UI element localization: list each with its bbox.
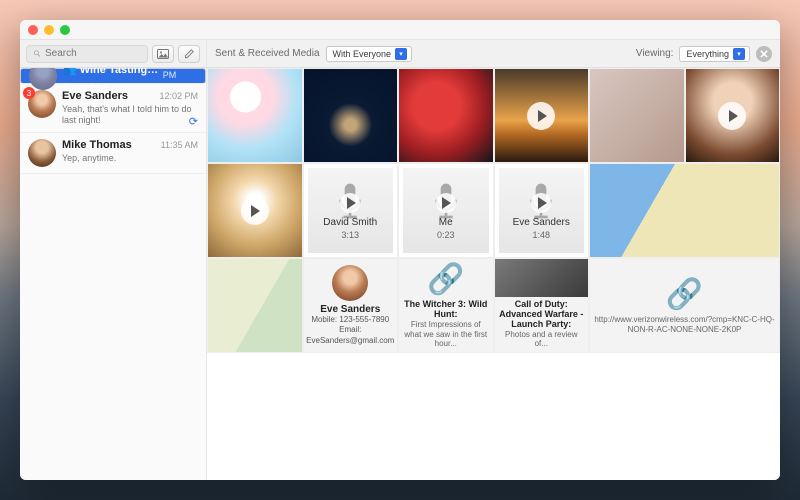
filter-viewing-value: Everything <box>686 49 729 59</box>
viewing-label: Viewing: <box>636 48 674 59</box>
media-title: Sent & Received Media <box>215 48 320 59</box>
media-photo[interactable] <box>589 68 685 163</box>
filter-with-value: With Everyone <box>333 49 392 59</box>
search-icon <box>33 49 41 58</box>
media-grid: David Smith 3:13 Me 0:23 Eve Sanders 1:48 E… <box>207 68 780 480</box>
conversation-time: 12:02 PM <box>159 91 198 101</box>
landscape-icon <box>157 49 169 59</box>
media-contact[interactable]: Eve Sanders Mobile: 123-555-7890 Email: … <box>303 258 399 353</box>
avatar <box>332 265 368 301</box>
media-link[interactable]: 🔗 http://www.verizonwireless.com/?cmp=KN… <box>589 258 780 353</box>
audio-duration: 3:13 <box>341 230 359 240</box>
search-field[interactable] <box>26 45 148 63</box>
media-video[interactable] <box>685 68 781 163</box>
search-input[interactable] <box>45 48 141 59</box>
filter-viewing-dropdown[interactable]: Everything ▾ <box>679 46 750 62</box>
close-icon <box>760 50 768 58</box>
body: 👥Wine Tasting Trip 12:58 PM Photo Sent 3… <box>20 68 780 480</box>
audio-sender: Eve Sanders <box>513 217 570 228</box>
close-panel-button[interactable] <box>756 46 772 62</box>
media-photo[interactable] <box>303 68 399 163</box>
link-title: Call of Duty: Advanced Warfare - Launch … <box>499 300 585 330</box>
conversation-name: Wine Tasting Trip <box>80 68 159 76</box>
play-icon <box>527 102 555 130</box>
link-icon: 🔗 <box>427 262 464 297</box>
media-video[interactable] <box>207 163 303 258</box>
audio-duration: 1:48 <box>532 230 550 240</box>
filter-with-dropdown[interactable]: With Everyone ▾ <box>326 46 413 62</box>
compose-button[interactable] <box>178 45 200 63</box>
titlebar <box>20 20 780 40</box>
content-toolbar: Sent & Received Media With Everyone ▾ Vi… <box>207 46 780 62</box>
contact-email: EveSanders@gmail.com <box>306 336 394 345</box>
link-icon: 🔗 <box>666 277 703 312</box>
conversation-name: Mike Thomas <box>62 139 132 151</box>
sync-icon: ⟳ <box>189 115 198 128</box>
play-icon <box>718 102 746 130</box>
avatar <box>28 139 56 167</box>
zoom-dot[interactable] <box>60 25 70 35</box>
conversation-item[interactable]: 3 Eve Sanders 12:02 PM Yeah, that's what… <box>20 84 206 133</box>
toolbar: Sent & Received Media With Everyone ▾ Vi… <box>20 40 780 68</box>
media-audio[interactable]: Me 0:23 <box>398 163 494 258</box>
media-map[interactable] <box>207 258 303 353</box>
conversation-time: 11:35 AM <box>161 140 198 150</box>
chevron-down-icon: ▾ <box>733 48 745 60</box>
sidebar-toolbar <box>20 40 207 67</box>
link-desc: Photos and a review of... <box>499 330 585 349</box>
conversation-item[interactable]: Mike Thomas 11:35 AM Yep, anytime. <box>20 133 206 174</box>
minimize-dot[interactable] <box>44 25 54 35</box>
chevron-down-icon: ▾ <box>395 48 407 60</box>
link-thumb <box>495 259 589 297</box>
media-audio[interactable]: David Smith 3:13 <box>303 163 399 258</box>
close-dot[interactable] <box>28 25 38 35</box>
media-audio[interactable]: Eve Sanders 1:48 <box>494 163 590 258</box>
link-url: http://www.verizonwireless.com/?cmp=KNC-… <box>594 315 775 334</box>
media-link[interactable]: Call of Duty: Advanced Warfare - Launch … <box>494 258 590 353</box>
media-video[interactable] <box>494 68 590 163</box>
conversation-preview: Yep, anytime. <box>62 153 198 164</box>
audio-sender: David Smith <box>323 217 377 228</box>
media-link[interactable]: 🔗 The Witcher 3: Wild Hunt: First Impres… <box>398 258 494 353</box>
link-title: The Witcher 3: Wild Hunt: <box>403 300 489 320</box>
conversation-item[interactable]: 👥Wine Tasting Trip 12:58 PM Photo Sent <box>20 68 206 84</box>
media-photo[interactable] <box>398 68 494 163</box>
play-icon <box>436 193 456 213</box>
unread-badge: 3 <box>23 87 35 99</box>
contact-mobile: 123-555-7890 <box>339 315 389 324</box>
audio-sender: Me <box>439 217 453 228</box>
media-photo[interactable] <box>207 68 303 163</box>
compose-icon <box>184 48 195 59</box>
media-map[interactable] <box>589 163 780 258</box>
conversation-preview: Yeah, that's what I told him to do last … <box>62 104 198 126</box>
conversation-name: Eve Sanders <box>62 90 128 102</box>
conversation-time: 12:58 PM <box>163 68 197 80</box>
app-window: Sent & Received Media With Everyone ▾ Vi… <box>20 20 780 480</box>
group-icon: 👥 <box>63 68 77 76</box>
link-desc: First Impressions of what we saw in the … <box>403 320 489 349</box>
media-view-button[interactable] <box>152 45 174 63</box>
play-icon <box>241 197 269 225</box>
audio-duration: 0:23 <box>437 230 455 240</box>
conversation-list: 👥Wine Tasting Trip 12:58 PM Photo Sent 3… <box>20 68 207 480</box>
contact-name: Eve Sanders <box>320 304 380 315</box>
